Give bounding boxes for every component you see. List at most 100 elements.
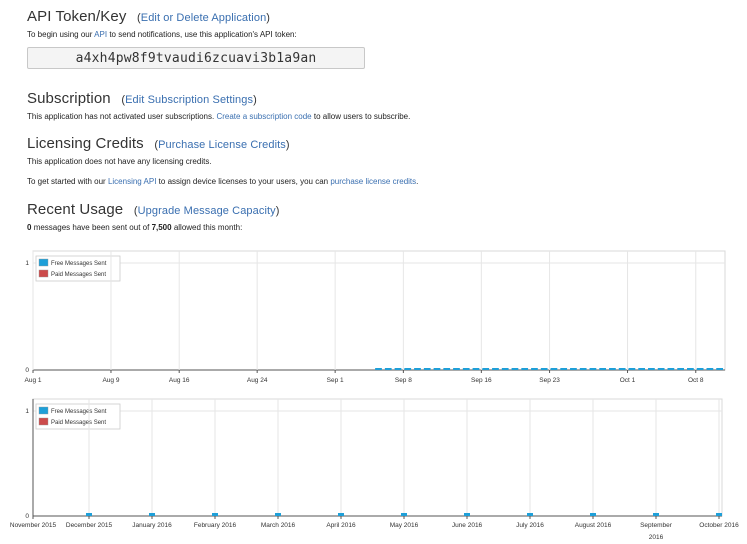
edit-subscription-link[interactable]: Edit Subscription Settings [125,94,253,106]
x-tick-label: February 2016 [194,522,237,529]
usage-description: 0 messages have been sent out of 7,500 a… [27,222,242,233]
usage-heading: Recent Usage (Upgrade Message Capacity) [27,201,280,218]
daily-usage-chart: 1 0 Free Messages Sent Paid Messages Sent Au… [0,244,747,390]
licensing-desc2-suffix: . [416,177,419,186]
x-tick-label: Oct 8 [688,377,704,384]
bar-free-monthly [527,513,533,516]
legend-swatch-paid [38,269,49,278]
bar-free-daily [706,368,714,370]
x-tick-label: July 2016 [516,522,544,529]
bar-free-daily [550,368,558,370]
bar-free-daily [531,368,538,370]
x-tick-label: Sep 16 [471,377,492,384]
licensing-heading: Licensing Credits (Purchase License Cred… [27,135,290,152]
x-tick-label: Aug 9 [102,377,119,384]
bar-free-daily [404,368,412,370]
api-link[interactable]: API [94,30,107,39]
upgrade-capacity-link[interactable]: Upgrade Message Capacity [138,205,276,217]
usage-title: Recent Usage [27,201,124,218]
bar-free-daily [648,368,655,370]
y-tick-label: 1 [25,408,29,415]
legend-label: Paid Messages Sent [51,272,106,278]
bar-free-daily [394,368,402,370]
x-tick-label: June 2016 [452,522,483,529]
api-token-field[interactable]: a4xh4pw8f9tvaudi6zcuavi3b1a9an [27,47,365,69]
bar-free-monthly [590,513,596,516]
x-tick-label: October 2016 [699,522,739,529]
bar-free-monthly [338,513,344,516]
x-tick-label: December 2015 [66,522,113,529]
edit-application-link[interactable]: Edit or Delete Application [141,12,267,24]
subscription-desc-prefix: This application has not activated user … [27,112,215,121]
bar-free-daily [433,368,441,370]
bar-free-daily [696,368,704,370]
bar-free-daily [492,368,499,370]
api-token-section: API Token/Key (Edit or Delete Applicatio… [27,8,270,25]
create-subscription-code-link[interactable]: Create a subscription code [216,112,311,121]
x-tick-label: Aug 1 [25,377,42,384]
bar-free-monthly [716,513,722,516]
x-tick-label: Sep 1 [327,377,344,384]
legend-swatch-free [38,406,49,415]
bar-free-daily [384,368,392,370]
licensing-api-link[interactable]: Licensing API [108,177,156,186]
bar-free-daily [423,368,431,370]
chart-legend: Free Messages Sent Paid Messages Sent [35,403,121,430]
x-tick-label: Sep 23 [539,377,560,384]
bar-free-daily [589,368,597,370]
sent-count: 0 [27,223,32,232]
sent-suffix: allowed this month: [173,223,243,232]
subscription-desc-suffix: to allow users to subscribe. [313,112,411,121]
bar-free-daily [570,368,577,370]
bar-free-daily [511,368,519,370]
x-tick-label: August 2016 [575,522,612,529]
y-tick-label: 0 [25,513,29,520]
bar-free-daily [501,368,509,370]
bar-free-daily [687,368,694,370]
monthly-usage-chart-svg: 1 0 Free Messages Sent Paid Messages Sent No… [10,398,739,541]
bar-free-daily [638,368,646,370]
bar-free-monthly [212,513,218,516]
x-tick-label: May 2016 [390,522,419,529]
x-tick-label: March 2016 [261,522,296,529]
licensing-desc1: This application does not have any licen… [27,157,212,166]
daily-usage-chart-svg: 1 0 Free Messages Sent Paid Messages Sent Au… [25,250,726,384]
subscription-description: This application has not activated user … [27,111,410,122]
bar-free-daily [560,368,568,370]
api-desc-prefix: To begin using our [27,30,93,39]
api-desc-suffix: to send notifications, use this applicat… [109,30,297,39]
purchase-credits-link[interactable]: purchase license credits [330,177,416,186]
y-tick-label: 0 [25,367,29,374]
bar-free-daily [443,368,451,370]
bar-free-daily [453,368,460,370]
bar-free-daily [462,368,470,370]
legend-label: Paid Messages Sent [51,420,106,426]
bar-free-monthly [275,513,281,516]
legend-swatch-paid [38,417,49,426]
bar-free-daily [677,368,685,370]
subscription-heading: Subscription (Edit Subscription Settings… [27,90,257,107]
bar-free-daily [657,368,665,370]
api-token-description: To begin using our API to send notificat… [27,29,297,40]
bar-free-daily [628,368,636,370]
subscription-title: Subscription [27,90,111,107]
api-token-heading: API Token/Key (Edit or Delete Applicatio… [27,8,271,25]
x-tick-label: Sep 8 [395,377,412,384]
plot-frame [32,250,726,371]
message-capacity: 7,500 [151,223,172,232]
api-token-title: API Token/Key [27,8,127,25]
plot-frame [32,398,723,517]
x-tick-label: January 2016 [132,522,172,529]
bar-free-daily [540,368,548,370]
purchase-license-credits-link[interactable]: Purchase License Credits [158,139,286,151]
bar-free-daily [609,368,616,370]
legend-label: Free Messages Sent [51,409,107,415]
bar-free-daily [599,368,607,370]
bar-free-monthly [86,513,92,516]
subscription-section: Subscription (Edit Subscription Settings… [27,90,257,107]
bar-free-daily [716,368,723,370]
x-tick-label: 2016 [649,534,664,541]
sent-middle: messages have been sent out of [33,223,150,232]
monthly-usage-chart: 1 0 Free Messages Sent Paid Messages Sent No… [0,396,747,544]
y-tick-label: 1 [25,260,29,267]
